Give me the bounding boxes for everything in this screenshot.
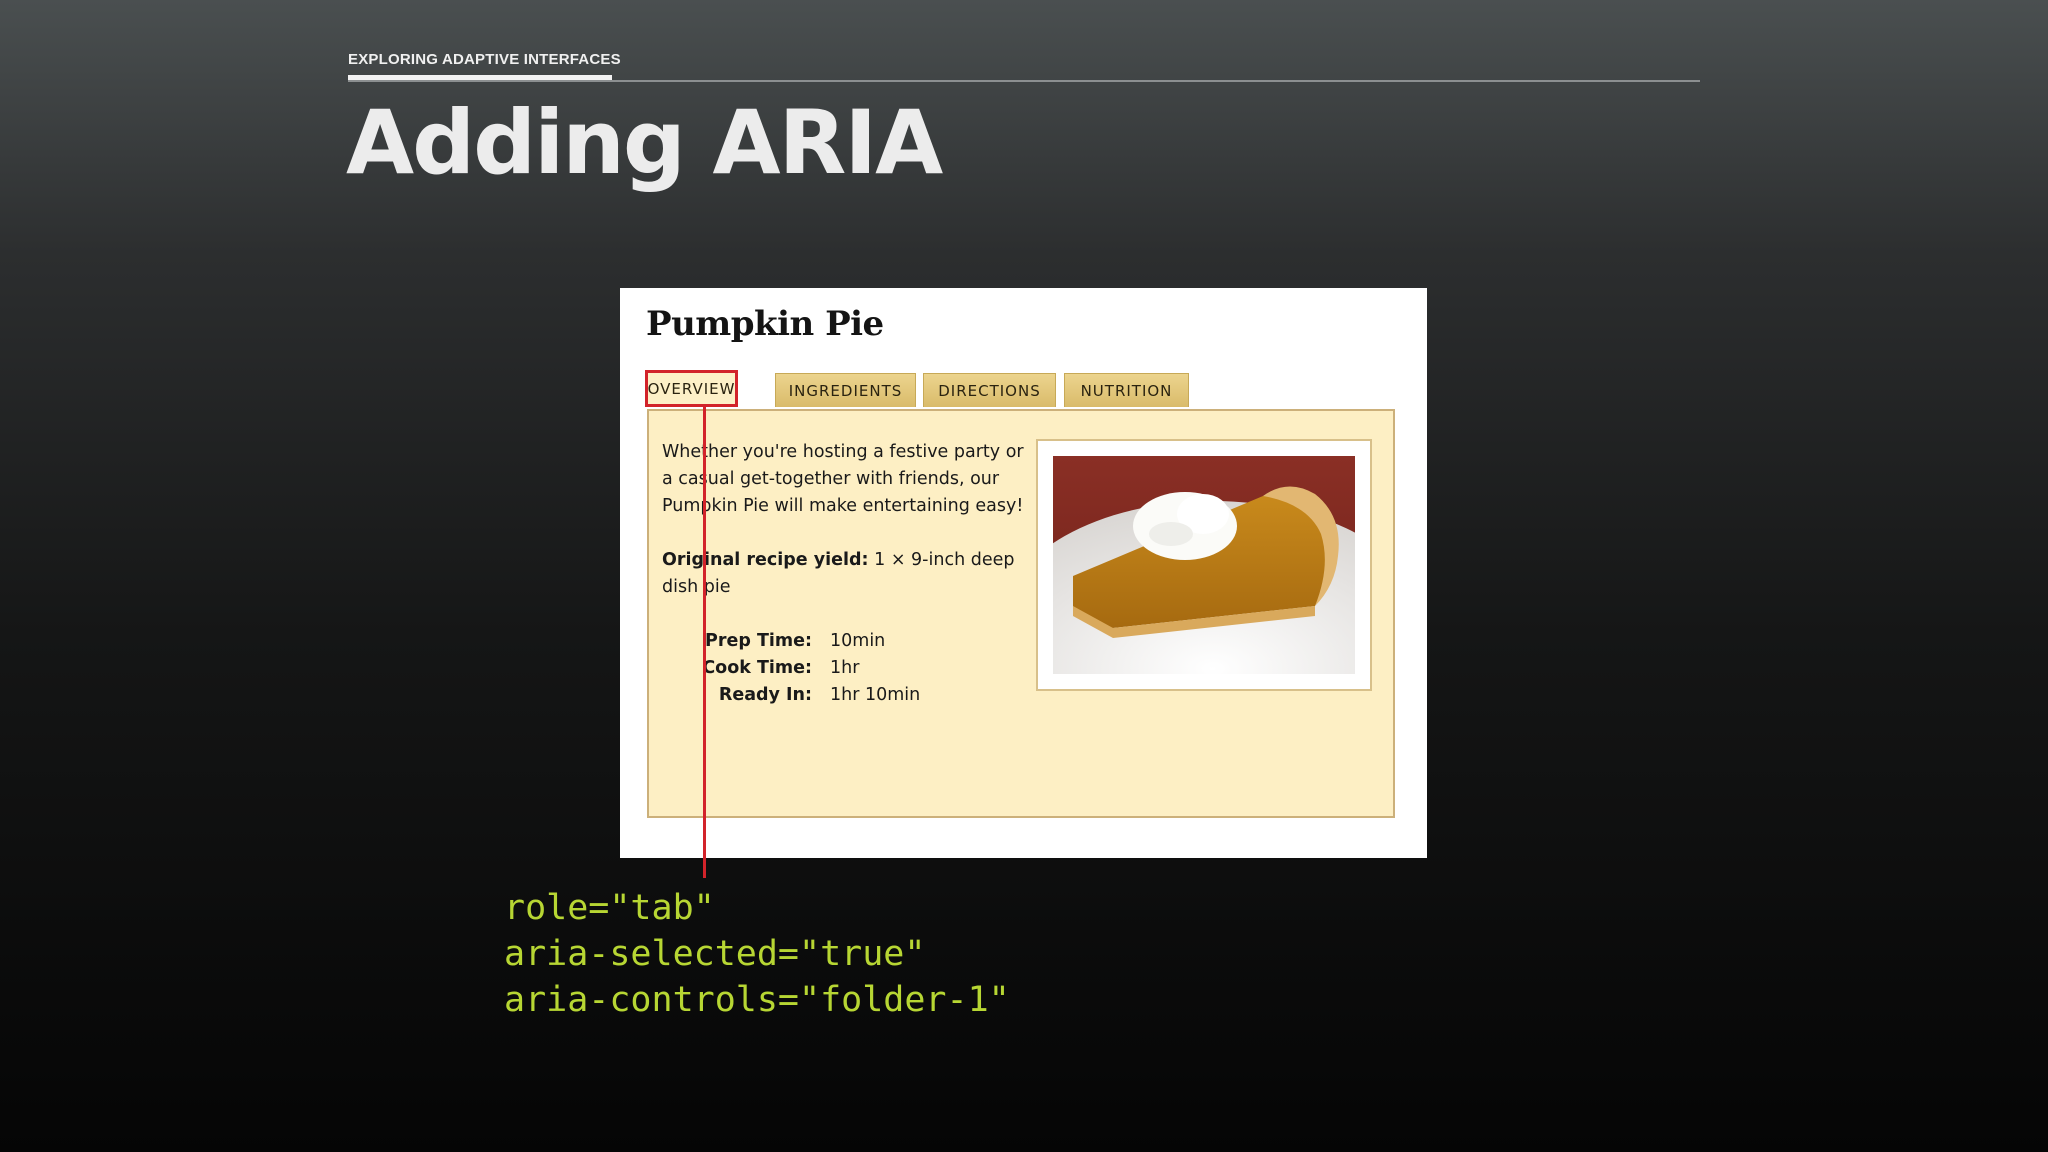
tab-nutrition[interactable]: NUTRITION bbox=[1064, 373, 1189, 407]
code-line: role="tab" bbox=[504, 888, 715, 928]
time-row: Cook Time: 1hr bbox=[662, 655, 1022, 682]
time-label: Ready In: bbox=[718, 685, 812, 705]
time-value: 10min bbox=[830, 631, 886, 651]
recipe-intro: Whether you're hosting a festive party o… bbox=[662, 442, 1024, 516]
time-value: 1hr 10min bbox=[830, 685, 921, 705]
time-label: Cook Time: bbox=[702, 658, 812, 678]
recipe-yield: Original recipe yield: 1 × 9-inch deep d… bbox=[662, 547, 1032, 601]
pumpkin-pie-slice-image bbox=[1053, 456, 1355, 674]
recipe-title: Pumpkin Pie bbox=[646, 304, 884, 344]
yield-label: Original recipe yield: bbox=[662, 550, 869, 570]
time-row: Ready In: 1hr 10min bbox=[662, 682, 1022, 709]
tab-overview[interactable]: OVERVIEW bbox=[645, 370, 738, 407]
code-line: aria-selected="true" bbox=[504, 934, 926, 974]
eyebrow-label: EXPLORING ADAPTIVE INTERFACES bbox=[348, 51, 621, 68]
time-label: Prep Time: bbox=[705, 631, 812, 651]
time-row: Prep Time: 10min bbox=[662, 628, 1022, 655]
slide-title: Adding ARIA bbox=[346, 91, 943, 194]
code-line: aria-controls="folder-1" bbox=[504, 980, 1010, 1020]
tab-panel-overview: Whether you're hosting a festive party o… bbox=[647, 409, 1395, 818]
tab-ingredients[interactable]: INGREDIENTS bbox=[775, 373, 916, 407]
recipe-screenshot: Pumpkin Pie OVERVIEW INGREDIENTS DIRECTI… bbox=[620, 288, 1427, 858]
time-value: 1hr bbox=[830, 658, 860, 678]
header-rule bbox=[348, 80, 1700, 82]
photo-frame bbox=[1036, 439, 1372, 691]
tab-directions[interactable]: DIRECTIONS bbox=[923, 373, 1056, 407]
recipe-times: Prep Time: 10min Cook Time: 1hr Ready In… bbox=[662, 628, 1022, 709]
aria-attributes-code: role="tab" aria-selected="true" aria-contr… bbox=[504, 885, 1010, 1023]
callout-connector bbox=[703, 406, 706, 878]
